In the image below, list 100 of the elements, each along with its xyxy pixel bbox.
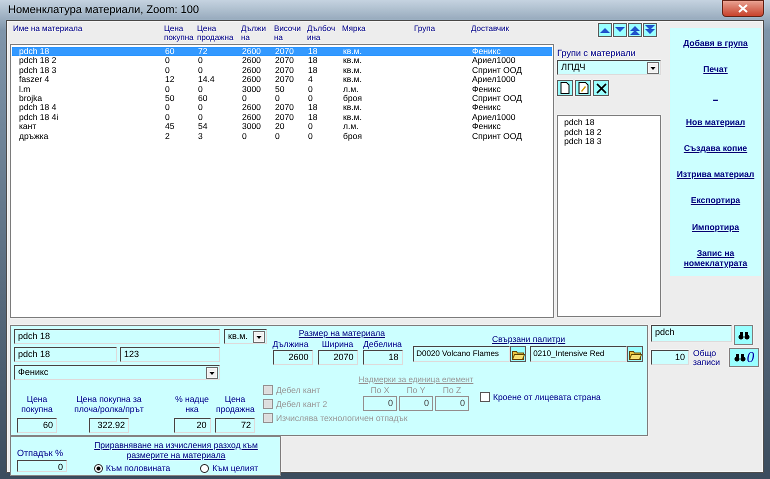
table-cell: 12 — [165, 75, 174, 84]
size-link[interactable]: Размер на материала — [298, 328, 385, 338]
table-cell: кв.м. — [343, 75, 362, 84]
close-button[interactable] — [722, 0, 764, 16]
price-label: Цена продажна — [216, 394, 254, 414]
waste-field[interactable]: 0 — [17, 460, 67, 472]
table-cell: 0 — [165, 103, 170, 112]
column-header[interactable]: Мярка — [342, 24, 366, 33]
waste-label: Отпадък % — [17, 448, 64, 458]
table-cell: 3000 — [242, 84, 261, 94]
palette-field[interactable]: 0210_Intensive Red — [530, 346, 628, 362]
edit-document-icon[interactable] — [575, 80, 592, 96]
table-cell: 3 — [198, 132, 203, 141]
group-list-item[interactable]: pdch 18 — [564, 118, 654, 128]
table-row[interactable]: pdch 18 3 0 0 2600 2070 18 кв.м. Спринт ООД — [12, 66, 552, 76]
checkbox[interactable] — [480, 392, 490, 402]
price-field[interactable]: 20 — [174, 418, 210, 433]
size-field[interactable]: 2600 — [272, 350, 313, 365]
table-cell: Ариел1000 — [472, 75, 516, 84]
column-header[interactable]: Цена покупна — [164, 24, 197, 42]
palette-field[interactable]: D0020 Volcano Flames — [413, 346, 510, 362]
search-button[interactable] — [734, 325, 753, 345]
groups-label: Групи с материали — [557, 48, 637, 58]
price-field[interactable]: 72 — [215, 418, 255, 433]
group-list-item[interactable]: pdch 18 3 — [564, 137, 654, 146]
folder-icon[interactable] — [510, 346, 526, 362]
table-cell: 2 — [165, 132, 170, 141]
dropdown-caret-icon[interactable] — [206, 366, 218, 378]
column-header[interactable]: Дълбоч ина — [307, 24, 342, 42]
table-cell: броя — [343, 132, 362, 141]
table-row[interactable]: кант 45 54 3000 20 0 л.м. Феникс — [12, 122, 552, 132]
table-cell: 50 — [165, 94, 174, 103]
equalize-link[interactable]: Приравняване на изчисления разход към размерите на материала — [81, 440, 271, 460]
table-cell: Ариел1000 — [472, 56, 516, 66]
move-up-icon[interactable] — [598, 23, 612, 37]
action-link[interactable]: Нов материал — [686, 116, 746, 127]
action-link[interactable]: Печат — [703, 64, 728, 74]
table-cell: 2600 — [242, 103, 261, 112]
column-header[interactable]: Дължи на — [241, 24, 274, 42]
move-down-icon[interactable] — [613, 23, 628, 37]
action-link[interactable]: Добавя в група — [683, 38, 748, 48]
column-header[interactable]: Височи на — [274, 24, 307, 42]
size-field[interactable]: 2070 — [318, 350, 358, 365]
column-header[interactable]: Доставчик — [471, 24, 510, 33]
group-dropdown[interactable]: ЛПДЧ — [557, 60, 662, 75]
new-document-icon[interactable] — [557, 80, 574, 96]
group-list[interactable]: pdch 18 pdch 18 2 pdch 18 3 — [557, 115, 662, 317]
move-bottom-icon[interactable] — [643, 23, 658, 37]
table-cell: 2070 — [275, 66, 294, 75]
table-row[interactable]: brojka 50 60 0 0 0 броя Спринт ООД — [12, 94, 552, 104]
table-row[interactable]: pdch 18 4 0 0 2600 2070 18 кв.м. Феникс — [12, 103, 552, 113]
field-label: По X — [370, 385, 390, 395]
code-field[interactable]: 123 — [120, 347, 220, 362]
table-row[interactable]: l.m 0 0 3000 50 0 л.м. Феникс — [12, 84, 552, 94]
table-row[interactable]: pdch 18 2 0 0 2600 2070 18 кв.м. Ариел1000 — [12, 56, 552, 66]
action-link[interactable]: Запис на номеклатурата — [672, 248, 759, 268]
radio-label: Към половината — [106, 463, 170, 473]
table-cell: 2600 — [242, 66, 261, 75]
price-field[interactable]: 322.92 — [89, 418, 129, 433]
table-cell: 18 — [308, 66, 318, 75]
radio-label: Към целият — [212, 463, 258, 473]
table-cell: Спринт ООД — [472, 94, 522, 103]
table-cell: Феникс — [472, 122, 501, 132]
code-field[interactable]: pdch 18 — [14, 347, 117, 362]
table-cell: 0 — [198, 66, 203, 75]
table-row[interactable]: faszer 4 12 14.4 2600 2070 4 кв.м. Ариел1000 — [12, 75, 552, 85]
record-count-label: Общо записи — [693, 348, 721, 366]
action-link[interactable]: Създава копие — [684, 142, 748, 153]
column-header[interactable]: Цена продажна — [197, 24, 241, 42]
action-link[interactable]: _ — [713, 90, 718, 101]
column-header[interactable]: Име на материала — [13, 24, 82, 33]
price-field[interactable]: 60 — [17, 418, 57, 433]
palettes-link[interactable]: Свързани палитри — [492, 334, 566, 344]
radio-button[interactable] — [200, 464, 210, 472]
column-header[interactable]: Група — [414, 24, 436, 33]
table-cell: pdch 18 4i — [19, 112, 58, 122]
table-row[interactable]: дръжка 2 3 0 0 0 броя Спринт ООД — [12, 132, 552, 141]
search-field[interactable]: pdch — [651, 325, 732, 342]
dropdown-caret-icon[interactable] — [647, 62, 660, 74]
table-cell: л.м. — [343, 122, 359, 132]
table-cell: pdch 18 2 — [19, 56, 56, 66]
action-link[interactable]: Експортира — [690, 195, 740, 206]
radio-button[interactable] — [94, 464, 103, 472]
size-field[interactable]: 18 — [362, 350, 403, 365]
table-cell: 3000 — [242, 122, 261, 132]
folder-icon[interactable] — [627, 346, 644, 362]
supplier-dropdown[interactable]: Феникс — [14, 365, 220, 380]
move-top-icon[interactable] — [628, 23, 642, 37]
action-link[interactable]: Изтрива материал — [676, 169, 754, 180]
dropdown-caret-icon[interactable] — [253, 330, 265, 342]
delete-icon[interactable] — [593, 80, 610, 96]
reset-search-button[interactable]: 0 — [729, 348, 759, 367]
name-field[interactable]: pdch 18 — [14, 329, 220, 344]
action-link[interactable]: Импортира — [692, 222, 740, 232]
unit-dropdown[interactable]: кв.м. — [224, 329, 267, 344]
checkbox-label: Изчислява технологичен отпадък — [276, 413, 408, 423]
table-cell: дръжка — [19, 132, 48, 141]
record-count-field: 10 — [651, 350, 689, 365]
table-row[interactable]: pdch 18 4i 0 0 2600 2070 18 кв.м. Ариел1000 — [12, 112, 552, 122]
group-list-item[interactable]: pdch 18 2 — [564, 128, 654, 137]
